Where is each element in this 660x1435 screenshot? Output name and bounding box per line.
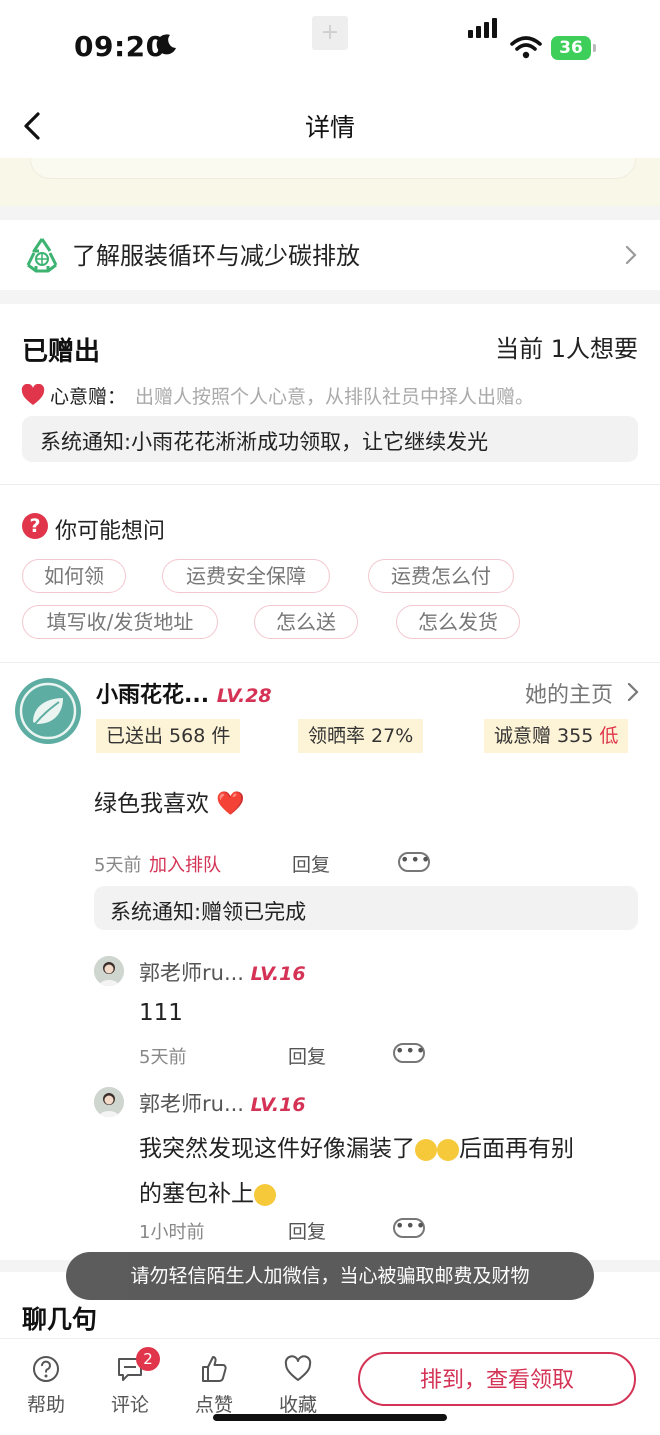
tab-help[interactable]: 帮助 (16, 1354, 76, 1418)
want-count: 当前 1人想要 (495, 335, 638, 363)
more-icon[interactable]: ••• (393, 1043, 425, 1063)
section-gap (0, 290, 660, 304)
more-icon[interactable]: ••• (398, 852, 430, 872)
person-avatar-icon (94, 1087, 124, 1117)
heart-icon (21, 384, 45, 405)
tab-like[interactable]: 点赞 (184, 1354, 244, 1418)
recycle-icon (26, 238, 58, 273)
comment-badge: 2 (136, 1347, 160, 1371)
given-title: 已赠出 (22, 337, 101, 367)
tab-help-label: 帮助 (26, 1394, 65, 1416)
stat-sent: 已送出 568 件 (96, 719, 241, 753)
gift-type-label: 心意赠： (50, 386, 127, 408)
reply-button[interactable]: 回复 (292, 850, 330, 877)
reply-username[interactable]: 郭老师ru... LV.16 (139, 957, 306, 987)
reply-avatar[interactable] (94, 956, 124, 986)
tab-like-label: 点赞 (194, 1394, 233, 1416)
status-time: 09:20 (74, 30, 166, 63)
reply-username[interactable]: 郭老师ru... LV.16 (139, 1088, 306, 1118)
faq-chip-shipping-safety[interactable]: 运费安全保障 (162, 559, 330, 593)
home-indicator (213, 1414, 447, 1421)
wifi-icon (510, 36, 542, 59)
system-notice-2-text: 系统通知:赠领已完成 (110, 900, 307, 924)
reply-text-line2: 的塞包补上 (139, 1174, 276, 1208)
heart-outline-icon (284, 1355, 312, 1381)
faq-chip-shipping-pay[interactable]: 运费怎么付 (368, 559, 514, 593)
reply-level: LV.16 (250, 963, 306, 985)
sincerity-value: 诚意赠 355 (494, 725, 594, 747)
reply-level: LV.16 (250, 1094, 306, 1116)
moon-icon (156, 34, 176, 55)
faq-chip-how-to-ship[interactable]: 怎么发货 (396, 605, 520, 639)
section-gap (0, 206, 660, 220)
reply-text-b: 后面再有别 (459, 1136, 574, 1162)
grimace-emoji-icon (437, 1138, 459, 1161)
reply-username-text: 郭老师ru... (139, 1092, 244, 1116)
gift-type-desc: 出赠人按照个人心意，从排队社员中择人出赠。 (135, 386, 535, 408)
camera-indicator: + (312, 16, 348, 50)
tab-collect[interactable]: 收藏 (268, 1354, 328, 1418)
reply-text-line1: 我突然发现这件好像漏装了 后面再有别 (139, 1129, 574, 1163)
stat-sincerity: 诚意赠 355 低 (484, 719, 629, 753)
sweat-emoji-icon (254, 1183, 276, 1206)
leaf-avatar-icon (19, 682, 77, 740)
faq-title: 你可能想问 (55, 519, 166, 544)
help-icon (33, 1356, 59, 1382)
tab-comment-label: 评论 (110, 1394, 149, 1416)
homepage-label: 她的主页 (525, 683, 614, 708)
chevron-right-icon (625, 245, 637, 265)
reply-button[interactable]: 回复 (288, 1217, 326, 1244)
post-username[interactable]: 小雨花花... LV.28 (96, 677, 272, 709)
system-notice-text: 系统通知:小雨花花淅淅成功领取，让它继续发光 (40, 430, 489, 454)
battery-cap (593, 44, 596, 52)
recycle-label: 了解服装循环与减少碳排放 (72, 242, 360, 270)
more-icon[interactable]: ••• (393, 1218, 425, 1238)
faq-chip-how-to-send[interactable]: 怎么送 (254, 605, 358, 639)
user-level: LV.28 (216, 685, 272, 707)
post-time: 5天前 (94, 855, 142, 876)
username-text: 小雨花花... (96, 683, 210, 708)
reply-text-a: 我突然发现这件好像漏装了 (139, 1136, 415, 1162)
question-icon: ? (22, 513, 48, 539)
reply-text: 111 (139, 1000, 183, 1026)
product-card-inner (30, 158, 636, 179)
avatar[interactable] (15, 678, 81, 744)
battery-icon: 36 (551, 36, 591, 60)
reply-button[interactable]: 回复 (288, 1042, 326, 1069)
faq-chip-how-to-get[interactable]: 如何领 (22, 559, 126, 593)
join-queue-link[interactable]: 加入排队 (149, 851, 221, 877)
sincerity-level: 低 (599, 725, 619, 747)
grimace-emoji-icon (415, 1138, 437, 1161)
post-comment: 绿色我喜欢 ❤️ (94, 791, 245, 817)
reply-time: 5天前 (139, 1047, 187, 1068)
page-title: 详情 (304, 113, 355, 142)
thumbs-up-icon (202, 1356, 227, 1382)
tab-collect-label: 收藏 (278, 1394, 317, 1416)
homepage-link[interactable]: 她的主页 (525, 677, 613, 709)
stat-rate: 领晒率 27% (298, 719, 424, 753)
divider (0, 662, 660, 663)
view-claim-button[interactable]: 排到，查看领取 (358, 1352, 636, 1406)
divider (0, 484, 660, 485)
chevron-right-icon (627, 682, 639, 702)
warning-toast: 请勿轻信陌生人加微信，当心被骗取邮费及财物 (66, 1252, 594, 1300)
person-avatar-icon (94, 956, 124, 986)
faq-chip-address[interactable]: 填写收/发货地址 (22, 605, 218, 639)
reply-time: 1小时前 (139, 1222, 205, 1243)
reply-avatar[interactable] (94, 1087, 124, 1117)
chat-title: 聊几句 (22, 1305, 98, 1334)
reply-username-text: 郭老师ru... (139, 961, 244, 985)
reply-text-c: 的塞包补上 (139, 1181, 254, 1207)
